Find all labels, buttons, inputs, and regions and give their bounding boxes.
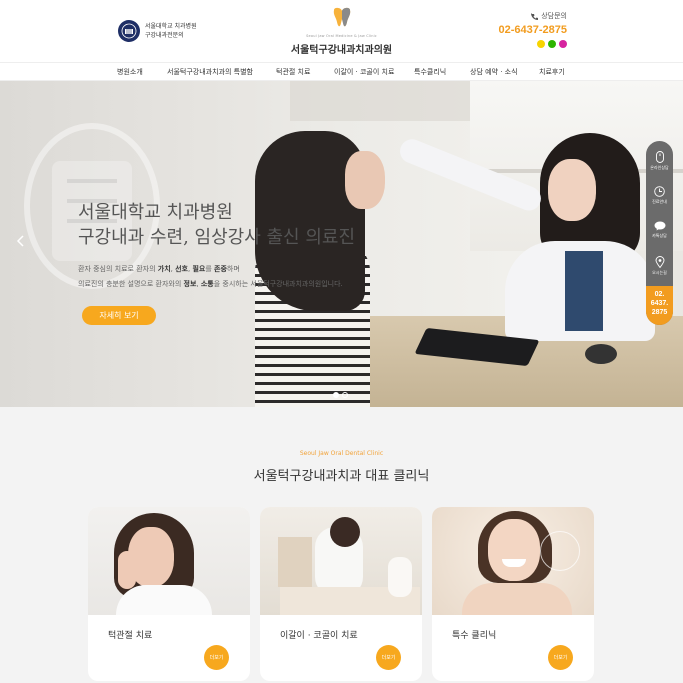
card-image-tmj [88, 507, 250, 615]
nav-item-special[interactable]: 서울턱구강내과치과의 특별함 [167, 67, 253, 77]
snu-text: 서울대학교 치과병원 구강내과전문의 [145, 22, 197, 40]
mouse-icon [655, 151, 664, 163]
contact-phone[interactable]: 02-6437-2875 [498, 24, 567, 36]
quick-label: 온라인상담 [650, 165, 669, 170]
hero-desc-text: 하며 [226, 265, 240, 273]
nav-item-bruxism[interactable]: 이갈이 · 코골이 치료 [334, 67, 394, 77]
contact-label-text: 상담문의 [541, 12, 567, 20]
quick-kakao-consult[interactable]: 카톡상담 [646, 221, 673, 239]
nav-item-about[interactable]: 병원소개 [117, 67, 143, 77]
card-more-button[interactable]: 더보기 [548, 645, 573, 670]
hero-desc-bold: 선호 [175, 265, 188, 273]
quick-phone-part: 2875 [651, 309, 668, 316]
quick-clinic-info[interactable]: 진료안내 [646, 186, 673, 205]
hero-slider: 서울대학교 치과병원 구강내과 수련, 임상강사 출신 의료진 환자 중심의 치… [0, 81, 683, 407]
quick-menu: 온라인상담 진료안내 카톡상담 오시는길 02. 6437. 2875 [646, 141, 673, 325]
hero-desc-bold: 소통 [200, 280, 214, 288]
slider-dot-1[interactable] [333, 392, 339, 398]
section-subtitle-en: Seoul Jaw Oral Dental Clinic [299, 450, 384, 457]
tooth-logo-icon [333, 7, 350, 27]
card-more-button[interactable]: 더보기 [204, 645, 229, 670]
hero-desc-text: 의료진의 충분한 설명으로 환자와의 [78, 280, 184, 288]
map-pin-icon [655, 256, 664, 268]
hero-doctor-shirt [565, 251, 603, 331]
hero-desc-line2: 의료진의 충분한 설명으로 환자와의 정보, 소통을 중시하는 서울턱구강내과치… [78, 277, 343, 292]
slider-pagination [333, 392, 348, 398]
snu-emblem-icon [118, 20, 140, 42]
naver-blog-icon[interactable] [548, 40, 556, 48]
clinic-card-tmj[interactable]: 턱관절 치료 더보기 [88, 507, 250, 681]
sns-links [498, 40, 567, 48]
hero-mouse [585, 344, 617, 364]
hero-title-line2: 구강내과 수련, 임상강사 출신 의료진 [78, 227, 356, 248]
card-image-bruxism [260, 507, 422, 615]
logo-name: 서울턱구강내과치과의원 [290, 45, 393, 56]
clock-icon [654, 186, 665, 197]
quick-phone[interactable]: 02. 6437. 2875 [646, 286, 673, 325]
instagram-icon[interactable] [559, 40, 567, 48]
contact-label: 상담문의 [498, 11, 567, 21]
card-title: 특수 클리닉 [452, 631, 497, 641]
slider-prev-arrow-icon[interactable] [14, 234, 28, 248]
hero-desc-bold: 정보 [183, 280, 197, 288]
hero-doctor-face [548, 159, 596, 221]
hero-title-line1: 서울대학교 치과병원 [78, 202, 233, 223]
snu-affiliation[interactable]: 서울대학교 치과병원 구강내과전문의 [118, 20, 197, 42]
quick-phone-part: 02. [654, 291, 665, 298]
hero-detail-button[interactable]: 자세히 보기 [82, 306, 156, 325]
card-title: 턱관절 치료 [108, 631, 153, 641]
hero-bg-shelf [290, 81, 470, 121]
snu-line1: 서울대학교 치과병원 [145, 23, 197, 30]
nav-item-tmj[interactable]: 턱관절 치료 [276, 67, 310, 77]
nav-item-reviews[interactable]: 치료후기 [539, 67, 565, 77]
logo-subtitle: Seoul Jaw Oral Medicine & Jaw Clinic [306, 34, 377, 38]
quick-online-consult[interactable]: 온라인상담 [646, 151, 673, 171]
quick-label: 카톡상담 [652, 233, 667, 238]
card-more-button[interactable]: 더보기 [376, 645, 401, 670]
clinic-card-special[interactable]: 특수 클리닉 더보기 [432, 507, 594, 681]
site-logo[interactable]: Seoul Jaw Oral Medicine & Jaw Clinic 서울턱… [284, 7, 399, 56]
quick-phone-part: 6437. [650, 300, 669, 307]
card-image-special [432, 507, 594, 615]
contact-block: 상담문의 02-6437-2875 [498, 11, 567, 48]
representative-clinic-section: Seoul Jaw Oral Dental Clinic 서울턱구강내과치과 대… [0, 407, 683, 683]
quick-label: 오시는길 [652, 270, 667, 275]
talk-bubble-icon [654, 221, 665, 231]
section-title: 서울턱구강내과치과 대표 클리닉 [253, 469, 430, 484]
hero-desc-bold: 가치 [157, 265, 171, 273]
hero-desc-bold: 필요 [192, 265, 206, 273]
hero-description: 환자 중심의 치료로 환자의 가치, 선호, 필요를 존중하며 의료진의 충분한… [78, 262, 343, 292]
phone-icon [531, 12, 539, 20]
slider-dot-2[interactable] [342, 392, 348, 398]
hero-desc-text: 환자 중심의 치료로 환자의 [78, 265, 158, 273]
hero-desc-bold: 존중 [214, 265, 227, 273]
clinic-card-bruxism[interactable]: 이갈이 · 코골이 치료 더보기 [260, 507, 422, 681]
quick-directions[interactable]: 오시는길 [646, 256, 673, 276]
nav-item-reservation[interactable]: 상담 예약 · 소식 [470, 67, 518, 77]
nav-item-special-clinic[interactable]: 특수클리닉 [414, 67, 446, 77]
hero-desc-line1: 환자 중심의 치료로 환자의 가치, 선호, 필요를 존중하며 [78, 262, 343, 277]
hero-desc-text: 를 [205, 265, 214, 273]
main-nav: 병원소개 서울턱구강내과치과의 특별함 턱관절 치료 이갈이 · 코골이 치료 … [0, 62, 683, 81]
kakao-icon[interactable] [537, 40, 545, 48]
card-title: 이갈이 · 코골이 치료 [280, 631, 358, 641]
quick-label: 진료안내 [652, 199, 667, 204]
site-header: 서울대학교 치과병원 구강내과전문의 Seoul Jaw Oral Medici… [0, 0, 683, 62]
hero-desc-text: 을 중시하는 서울턱구강내과치과의원입니다. [213, 280, 343, 288]
hero-title: 서울대학교 치과병원 구강내과 수련, 임상강사 출신 의료진 [78, 200, 355, 250]
snu-line2: 구강내과전문의 [145, 32, 184, 39]
